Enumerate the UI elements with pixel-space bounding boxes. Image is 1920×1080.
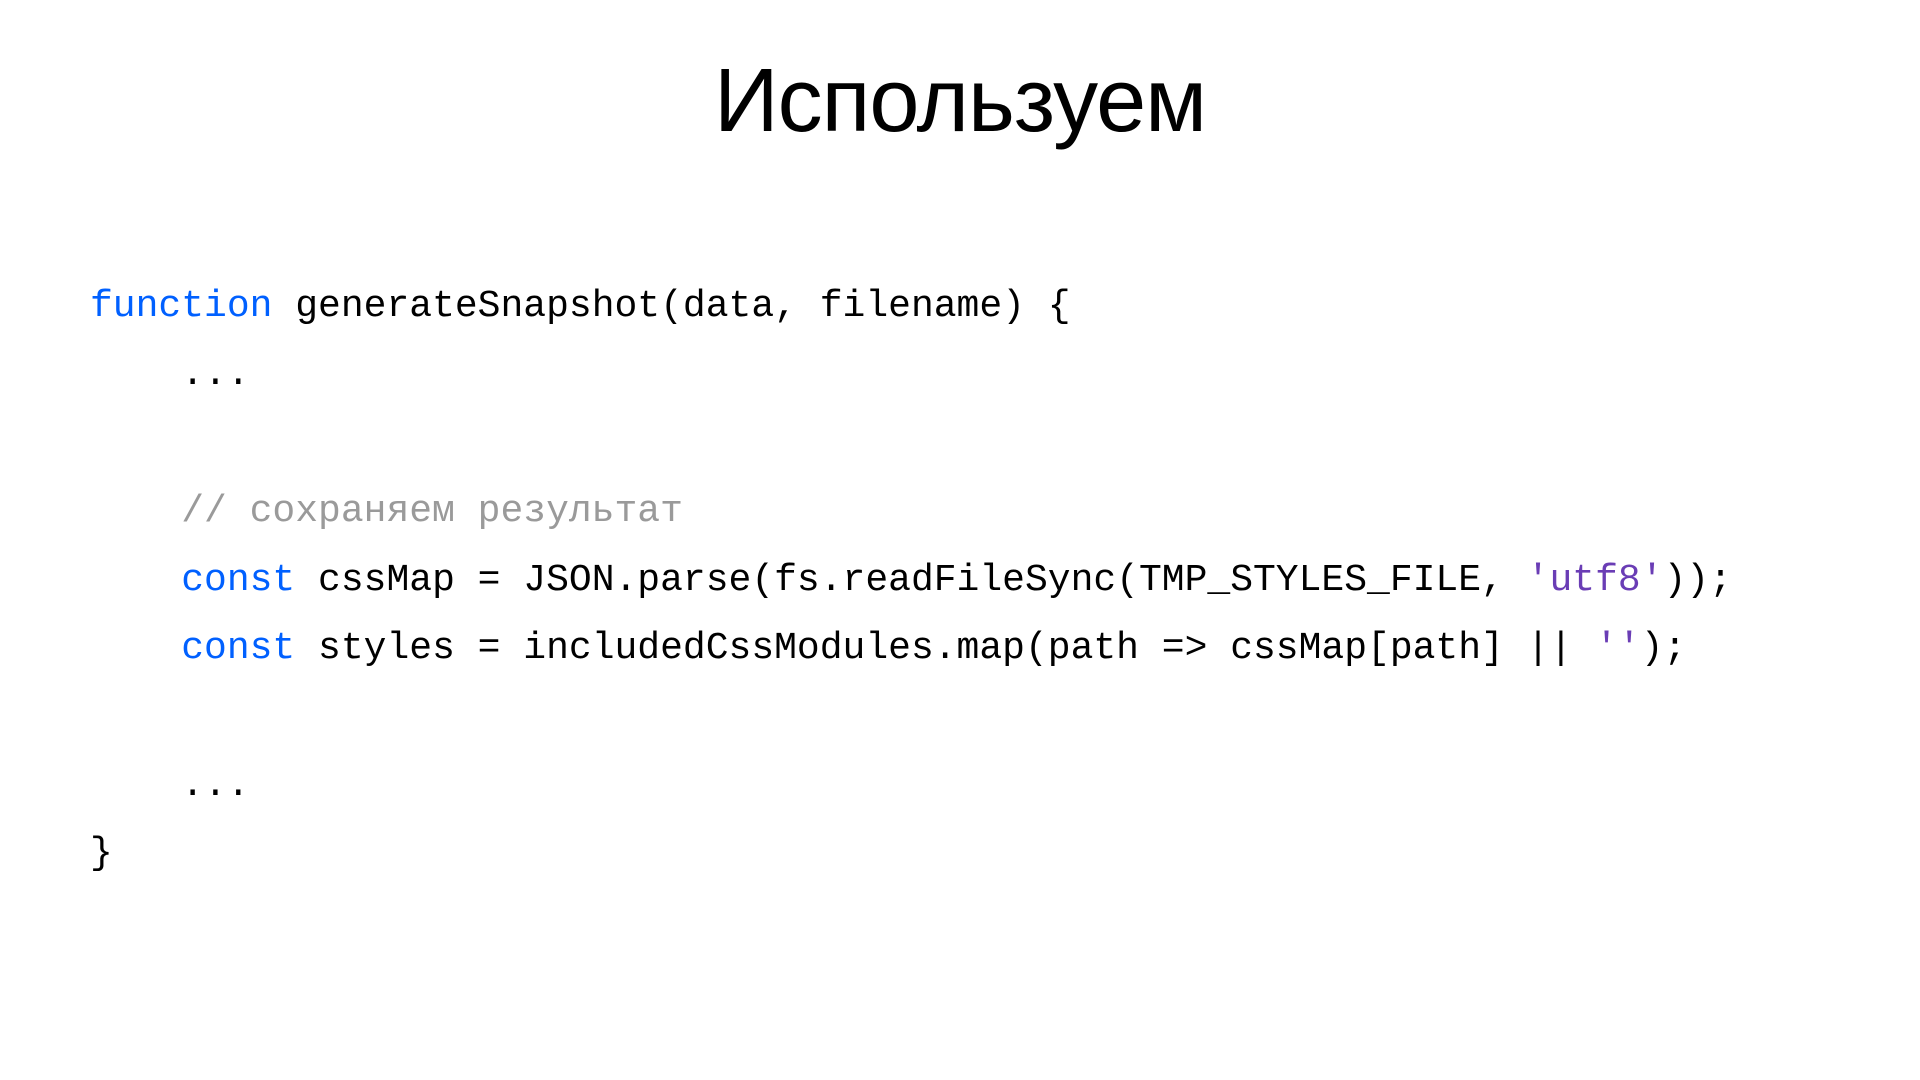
indent <box>90 490 181 533</box>
code-line-5: const cssMap = JSON.parse(fs.readFileSyn… <box>90 559 1732 602</box>
code-line-8: ... <box>90 764 250 807</box>
string-literal: '' <box>1595 627 1641 670</box>
code-block: function generateSnapshot(data, filename… <box>90 273 1830 889</box>
code-line-1: function generateSnapshot(data, filename… <box>90 285 1071 328</box>
code-line-9: } <box>90 832 113 875</box>
keyword-const: const <box>181 559 295 602</box>
code-text: ); <box>1641 627 1687 670</box>
code-line-2: ... <box>90 353 250 396</box>
comment: // сохраняем результат <box>181 490 683 533</box>
code-line-6: const styles = includedCssModules.map(pa… <box>90 627 1686 670</box>
keyword-const: const <box>181 627 295 670</box>
indent <box>90 559 181 602</box>
code-text: )); <box>1663 559 1731 602</box>
indent <box>90 627 181 670</box>
code-text: cssMap = JSON.parse(fs.readFileSync(TMP_… <box>295 559 1526 602</box>
keyword-function: function <box>90 285 272 328</box>
string-literal: 'utf8' <box>1527 559 1664 602</box>
slide-container: Используем function generateSnapshot(dat… <box>0 0 1920 1080</box>
code-text: generateSnapshot(data, filename) { <box>272 285 1070 328</box>
code-line-4: // сохраняем результат <box>90 490 683 533</box>
slide-title: Используем <box>90 50 1830 153</box>
code-text: styles = includedCssModules.map(path => … <box>295 627 1595 670</box>
